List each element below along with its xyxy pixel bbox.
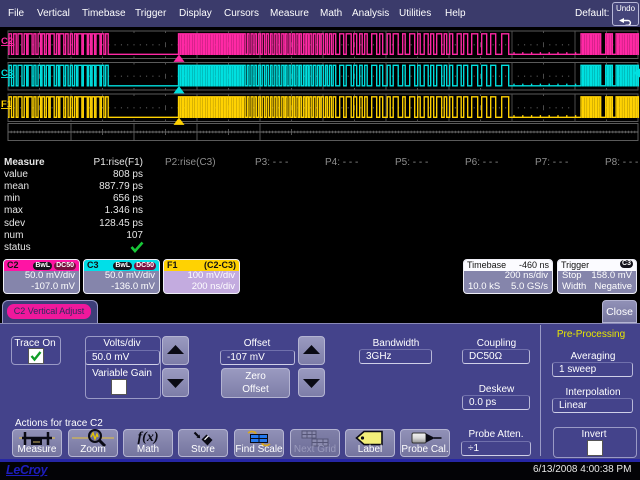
svg-text:C3: C3 bbox=[1, 68, 13, 79]
svg-text:C2: C2 bbox=[1, 36, 13, 47]
svg-text:F1: F1 bbox=[1, 99, 13, 110]
